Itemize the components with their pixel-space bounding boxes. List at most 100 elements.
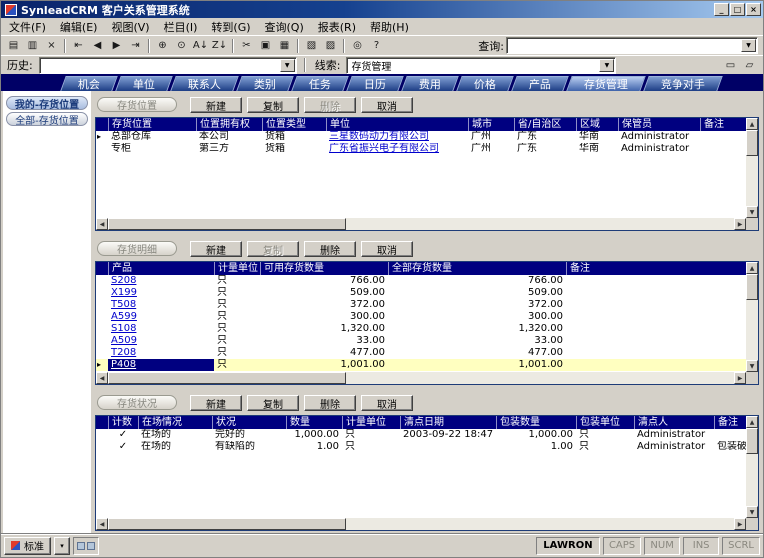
paste-icon[interactable]: ▦: [275, 37, 294, 54]
menu-columns[interactable]: 栏目(I): [157, 17, 205, 37]
sidebar-item-all-inventory-locations[interactable]: 全部-存货位置: [6, 112, 88, 127]
detail-new-button[interactable]: 新建: [190, 240, 242, 257]
tab-opportunity[interactable]: 机会: [60, 76, 118, 91]
scrollbar-thumb[interactable]: [746, 274, 758, 300]
table-row[interactable]: X199 只 509.00 509.00: [96, 287, 746, 299]
tab-price[interactable]: 价格: [456, 76, 514, 91]
previous-record-icon[interactable]: ◀: [88, 37, 107, 54]
scroll-down-button[interactable]: ▼: [746, 506, 758, 518]
status-cancel-button[interactable]: 取消: [361, 394, 413, 411]
horizontal-scrollbar[interactable]: ◀ ▶: [96, 372, 746, 384]
new-icon[interactable]: ▤: [4, 37, 23, 54]
table-row[interactable]: 专柜 第三方 货箱 广东省振兴电子有限公司 广州 广东 华南 Administrator: [96, 143, 746, 155]
status-delete-button[interactable]: 删除: [304, 394, 356, 411]
table-row[interactable]: ✓ 在场的 有缺陷的 1.00 只 1.00 只 Administrator 包装破损: [96, 441, 746, 453]
scroll-up-button[interactable]: ▲: [746, 416, 758, 428]
scrollbar-thumb[interactable]: [108, 218, 346, 230]
print-icon[interactable]: ▥: [23, 37, 42, 54]
sort-descending-icon[interactable]: Z↓: [210, 37, 229, 54]
first-record-icon[interactable]: ⇤: [69, 37, 88, 54]
form-icon[interactable]: ▱: [740, 57, 759, 74]
title-bar[interactable]: SynleadCRM 客户关系管理系统 _ □ ×: [1, 1, 763, 18]
scrollbar-track[interactable]: [746, 428, 758, 506]
menu-help[interactable]: 帮助(H): [363, 17, 416, 37]
location-cancel-button[interactable]: 取消: [361, 96, 413, 113]
chevron-down-icon[interactable]: ▼: [279, 58, 295, 72]
table-row[interactable]: ▸ 总部仓库 本公司 货箱 三星数码动力有限公司 广州 广东 华南 Administrator: [96, 131, 746, 143]
horizontal-scrollbar[interactable]: ◀ ▶: [96, 218, 746, 230]
scrollbar-track[interactable]: [108, 518, 734, 530]
scrollbar-track[interactable]: [108, 218, 734, 230]
horizontal-scrollbar[interactable]: ◀ ▶: [96, 518, 746, 530]
find-icon[interactable]: ◎: [348, 37, 367, 54]
maximize-button[interactable]: □: [730, 3, 745, 16]
cell-link[interactable]: T208: [108, 347, 214, 359]
scrollbar-thumb[interactable]: [108, 372, 346, 384]
scroll-up-button[interactable]: ▲: [746, 262, 758, 274]
standard-toolbar-button[interactable]: 标准: [4, 536, 51, 555]
clue-combobox[interactable]: 存货管理 ▼: [346, 56, 617, 74]
menu-edit[interactable]: 编辑(E): [53, 17, 105, 37]
table-row[interactable]: A599 只 300.00 300.00: [96, 311, 746, 323]
zoom-icon[interactable]: ⊙: [172, 37, 191, 54]
scroll-left-button[interactable]: ◀: [96, 218, 108, 230]
scrollbar-thumb[interactable]: [746, 428, 758, 454]
zoom-in-icon[interactable]: ⊕: [153, 37, 172, 54]
scrollbar-track[interactable]: [108, 372, 734, 384]
cell-link[interactable]: A599: [108, 311, 214, 323]
table-row[interactable]: ✓ 在场的 完好的 1,000.00 只 2003-09-22 18:47 1,000.00…: [96, 429, 746, 441]
scroll-left-button[interactable]: ◀: [96, 372, 108, 384]
delete-icon[interactable]: ×: [42, 37, 61, 54]
menu-goto[interactable]: 转到(G): [204, 17, 257, 37]
menu-view[interactable]: 视图(V): [104, 17, 156, 37]
scrollbar-thumb[interactable]: [108, 518, 346, 530]
vertical-scrollbar[interactable]: ▲ ▼: [746, 262, 758, 372]
scroll-right-button[interactable]: ▶: [734, 518, 746, 530]
minimize-button[interactable]: _: [714, 3, 729, 16]
status-new-button[interactable]: 新建: [190, 394, 242, 411]
location-copy-button[interactable]: 复制: [247, 96, 299, 113]
cell-link[interactable]: S208: [108, 275, 214, 287]
close-button[interactable]: ×: [746, 3, 761, 16]
vertical-scrollbar[interactable]: ▲ ▼: [746, 118, 758, 218]
menu-query[interactable]: 查询(Q): [258, 17, 311, 37]
help-icon[interactable]: ?: [367, 37, 386, 54]
cell-link[interactable]: A509: [108, 335, 214, 347]
copy-icon[interactable]: ▣: [256, 37, 275, 54]
menu-reports[interactable]: 报表(R): [311, 17, 363, 37]
scrollbar-track[interactable]: [746, 274, 758, 360]
tray-icon[interactable]: [87, 541, 95, 550]
sidebar-item-my-inventory-locations[interactable]: 我的-存货位置: [6, 96, 88, 111]
scroll-up-button[interactable]: ▲: [746, 118, 758, 130]
scrollbar-track[interactable]: [746, 130, 758, 206]
table-row[interactable]: S108 只 1,320.00 1,320.00: [96, 323, 746, 335]
sort-ascending-icon[interactable]: A↓: [191, 37, 210, 54]
detail-delete-button[interactable]: 删除: [304, 240, 356, 257]
tab-category[interactable]: 类别: [236, 76, 294, 91]
chevron-down-icon[interactable]: ▼: [741, 39, 756, 52]
cell-link[interactable]: X199: [108, 287, 214, 299]
detail-cancel-button[interactable]: 取消: [361, 240, 413, 257]
scroll-down-button[interactable]: ▼: [746, 360, 758, 372]
table-row[interactable]: T508 只 372.00 372.00: [96, 299, 746, 311]
status-copy-button[interactable]: 复制: [247, 394, 299, 411]
last-record-icon[interactable]: ⇥: [126, 37, 145, 54]
toolbar-dropdown-button[interactable]: ▾: [54, 536, 70, 555]
cell-link[interactable]: T508: [108, 299, 214, 311]
next-record-icon[interactable]: ▶: [107, 37, 126, 54]
scroll-down-button[interactable]: ▼: [746, 206, 758, 218]
table-row[interactable]: A509 只 33.00 33.00: [96, 335, 746, 347]
tab-calendar[interactable]: 日历: [346, 76, 404, 91]
location-new-button[interactable]: 新建: [190, 96, 242, 113]
cell-link[interactable]: P408: [108, 359, 214, 371]
tab-task[interactable]: 任务: [291, 76, 349, 91]
cell-link[interactable]: 广东省振兴电子有限公司: [326, 143, 468, 155]
grid-icon[interactable]: ▨: [321, 37, 340, 54]
export-icon[interactable]: ▧: [302, 37, 321, 54]
query-combobox[interactable]: ▼: [506, 37, 758, 54]
history-combobox[interactable]: ▼: [38, 56, 297, 74]
table-row[interactable]: T208 只 477.00 477.00: [96, 347, 746, 359]
menu-file[interactable]: 文件(F): [2, 17, 53, 37]
cell-link[interactable]: S108: [108, 323, 214, 335]
cut-icon[interactable]: ✂: [237, 37, 256, 54]
